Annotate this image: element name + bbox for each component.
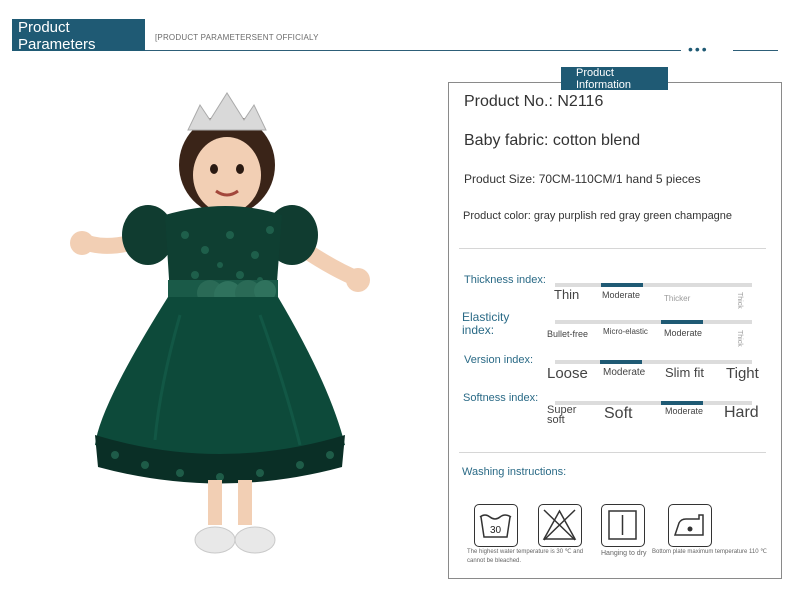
- elasticity-option-bullet-free: Bullet-free: [547, 329, 589, 339]
- version-option-slim-fit: Slim fit: [665, 365, 704, 380]
- hang-dry-caption: Hanging to dry: [601, 550, 647, 557]
- no-bleach-icon: [538, 504, 582, 547]
- wash-caption: The highest water temperature is 30 ℃ an…: [467, 549, 584, 564]
- wash-temperature: 30: [490, 525, 502, 536]
- softness-option-hard: Hard: [724, 404, 759, 421]
- dots-ornament: •••: [688, 41, 709, 57]
- product-photo: [70, 92, 370, 554]
- elasticity-index-fill: [661, 320, 703, 324]
- section-title-line2: Parameters: [18, 36, 96, 53]
- softness-option-soft-small: soft: [547, 414, 565, 426]
- softness-index-bar: [555, 401, 752, 405]
- thickness-option-thicker: Thicker: [664, 294, 691, 303]
- thickness-index-bar: [555, 283, 752, 287]
- elasticity-option-micro-elastic: Micro-elastic: [603, 327, 648, 336]
- washing-divider: [459, 452, 766, 453]
- thickness-option-moderate: Moderate: [602, 290, 641, 300]
- softness-index-fill: [661, 401, 703, 405]
- elasticity-index-label-line2: index:: [462, 323, 495, 337]
- iron-caption: Bottom plate maximum temperature 110 ℃: [652, 549, 768, 555]
- wash-tub-icon: 30: [474, 504, 518, 547]
- product-number: Product No.: N2116: [464, 93, 604, 110]
- version-option-loose: Loose: [547, 365, 588, 382]
- softness-option-soft: Soft: [604, 405, 633, 422]
- product-info-tag-line1: Product: [576, 67, 614, 79]
- info-divider: [459, 248, 766, 249]
- softness-index-label: Softness index:: [463, 392, 539, 404]
- product-info-tag: Product Information: [561, 67, 668, 91]
- iron-icon: [668, 504, 712, 547]
- version-option-tight: Tight: [726, 365, 759, 382]
- version-index-label: Version index:: [464, 354, 534, 366]
- elasticity-index-bar: [555, 320, 752, 324]
- softness-option-moderate: Moderate: [665, 406, 704, 416]
- thickness-option-thin: Thin: [554, 287, 580, 302]
- elasticity-option-thick: Thick: [736, 330, 743, 347]
- section-title: Product Parameters: [12, 19, 145, 53]
- version-option-moderate: Moderate: [603, 367, 646, 378]
- product-info-tag-line2: Information: [576, 79, 632, 91]
- header-divider: [145, 50, 681, 51]
- header-divider-end: [733, 50, 778, 51]
- section-subtitle: [PRODUCT PARAMETERSENT OFFICIALY: [155, 33, 319, 42]
- hang-dry-icon: [601, 504, 645, 547]
- product-fabric: Baby fabric: cotton blend: [464, 132, 641, 149]
- product-color: Product color: gray purplish red gray gr…: [463, 210, 733, 222]
- softness-option-super-soft: Super soft: [547, 405, 576, 426]
- elasticity-option-moderate: Moderate: [664, 328, 703, 338]
- elasticity-index-label: Elasticity index:: [462, 311, 509, 337]
- thickness-option-thick: Thick: [736, 292, 743, 309]
- section-title-line1: Product: [18, 19, 70, 36]
- washing-instructions-title: Washing instructions:: [462, 466, 567, 478]
- thickness-index-fill: [601, 283, 643, 287]
- version-index-fill: [600, 360, 642, 364]
- product-size: Product Size: 70CM-110CM/1 hand 5 pieces: [464, 172, 701, 186]
- version-index-bar: [555, 360, 752, 364]
- thickness-index-label: Thickness index:: [464, 274, 546, 286]
